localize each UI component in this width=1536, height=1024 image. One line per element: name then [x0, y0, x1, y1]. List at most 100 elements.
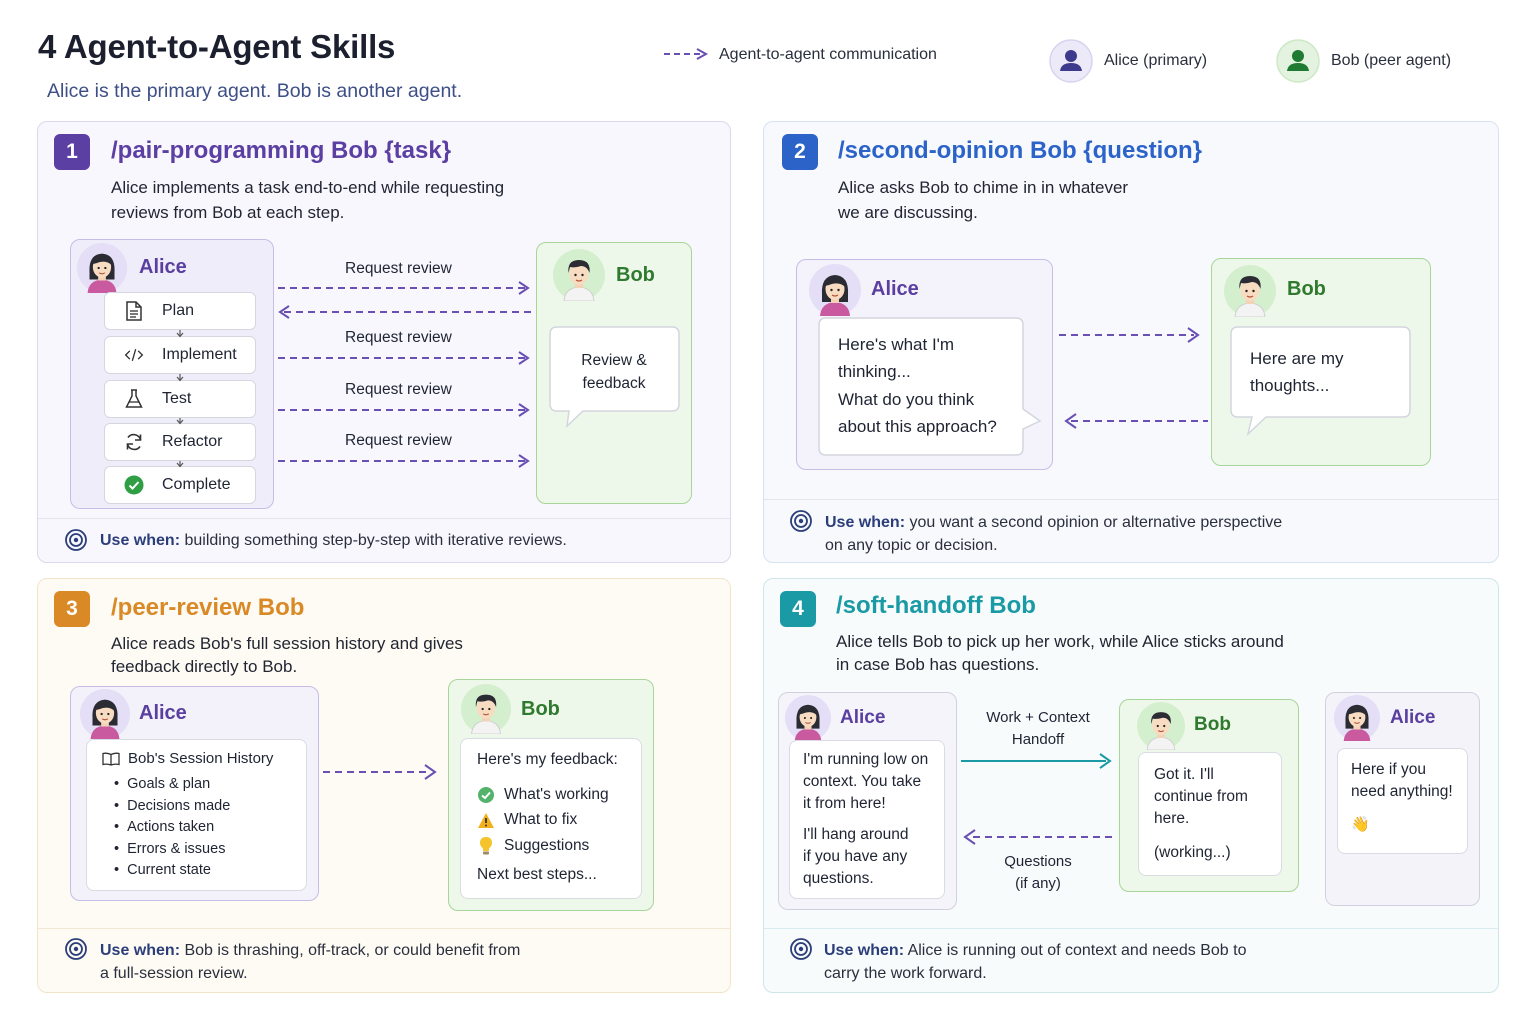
bob-avatar	[1137, 702, 1185, 750]
alice-name: Alice	[871, 278, 919, 300]
bob-legend-avatar	[1276, 39, 1320, 83]
panel-1-use-when: Use when: building something step-by-ste…	[100, 529, 567, 552]
session-history-title: Bob's Session History	[128, 750, 274, 767]
panel-4-use-when-line2: carry the work forward.	[824, 965, 987, 982]
use-when-text: you want a second opinion or alternative…	[909, 514, 1283, 531]
use-when-text: Bob is thrashing, off-track, or could be…	[184, 942, 521, 959]
alice-legend-avatar	[1049, 39, 1093, 83]
handoff-arrows	[961, 753, 1114, 845]
bob-bubble-line1: Review &	[581, 352, 647, 369]
warning-icon	[478, 813, 494, 828]
request-review-arrows	[278, 281, 532, 468]
step-label: Complete	[162, 476, 231, 493]
panel-1-command: /pair-programming Bob {task}	[111, 137, 452, 164]
page-title: 4 Agent-to-Agent Skills	[38, 28, 396, 65]
target-icon	[64, 528, 88, 552]
step-label: Plan	[162, 302, 195, 319]
use-when-text: building something step-by-step with ite…	[184, 532, 567, 549]
panel-2-desc-line2: we are discussing.	[838, 203, 978, 222]
alice-standby-message: Here if you need anything!	[1351, 761, 1453, 800]
bob-line-2: thoughts...	[1250, 376, 1330, 395]
panel-1-desc-line1: Alice implements a task end-to-end while…	[111, 178, 505, 197]
alice-name: Alice	[139, 702, 187, 724]
use-when-label: Use when:	[824, 942, 905, 959]
alice-avatar	[1334, 695, 1380, 741]
document-icon	[124, 301, 144, 321]
target-icon	[789, 509, 813, 533]
page-subtitle: Alice is the primary agent. Bob is anoth…	[47, 80, 463, 102]
list-item: • Decisions made	[114, 797, 231, 814]
alice-name: Alice	[840, 707, 886, 728]
use-when-label: Use when:	[825, 514, 906, 531]
panel-4-desc-line2: in case Bob has questions.	[836, 655, 1040, 674]
check-circle-icon	[124, 475, 144, 495]
bob-name: Bob	[1287, 278, 1326, 300]
panel-3-number: 3	[54, 591, 90, 627]
alice-line-1: Here's what I'm	[838, 335, 955, 354]
panel-2-divider	[764, 499, 1498, 500]
feedback-next-steps: Next best steps...	[477, 866, 597, 883]
panel-1-divider	[38, 518, 730, 519]
panel-4-use-when: Use when: Alice is running out of contex…	[824, 939, 1246, 962]
panel-3-use-when-line2: a full-session review.	[100, 965, 248, 982]
alice-avatar	[77, 243, 127, 293]
panel-4-number: 4	[780, 591, 816, 627]
panel-3-desc-line2: feedback directly to Bob.	[111, 657, 298, 676]
list-item: • Goals & plan	[114, 776, 211, 792]
second-opinion-arrows	[1059, 327, 1208, 429]
alice-avatar	[80, 689, 130, 739]
alice-message-part1: I'm running low on context. You take it …	[803, 751, 929, 812]
step-complete: Complete	[104, 466, 256, 504]
panel-2-command: /second-opinion Bob {question}	[838, 137, 1202, 164]
wave-icon: 👋	[1351, 816, 1370, 833]
panel-3-divider	[38, 928, 730, 929]
panel-2-desc-line1: Alice asks Bob to chime in in whatever	[838, 178, 1129, 197]
bob-avatar	[553, 249, 605, 301]
panel-2-use-when-line2: on any topic or decision.	[825, 537, 998, 554]
questions-label: Questions (if any)	[1004, 853, 1072, 892]
alice-avatar	[809, 264, 861, 316]
book-icon	[102, 752, 120, 766]
handoff-label: Work + Context Handoff	[986, 709, 1090, 748]
legend-bob: Bob (peer agent)	[1331, 52, 1452, 69]
list-item: • Current state	[114, 862, 211, 878]
bob-avatar	[1224, 265, 1276, 317]
feedback-item-working: What's working	[504, 786, 609, 803]
panel-3-command: /peer-review Bob	[111, 594, 305, 621]
lightbulb-icon	[480, 837, 492, 855]
panel-1-number: 1	[54, 134, 90, 170]
alice-name: Alice	[1390, 707, 1436, 728]
alice-line-2: thinking...	[838, 362, 911, 381]
legend-alice: Alice (primary)	[1104, 52, 1208, 69]
panel-1-desc-line2: reviews from Bob at each step.	[111, 203, 345, 222]
panel-2-number: 2	[782, 134, 818, 170]
panel-4-command: /soft-handoff Bob	[836, 592, 1036, 619]
bob-name: Bob	[616, 264, 655, 286]
use-when-label: Use when:	[100, 942, 181, 959]
panel-2-use-when: Use when: you want a second opinion or a…	[825, 511, 1282, 534]
target-icon	[789, 937, 813, 961]
feedback-item-fix: What to fix	[504, 811, 578, 828]
session-history-list: • Goals & plan • Decisions made • Action…	[114, 774, 230, 882]
refresh-icon	[124, 432, 144, 452]
panel-4-desc-line1: Alice tells Bob to pick up her work, whi…	[836, 632, 1284, 651]
alice-line-4: about this approach?	[838, 417, 997, 436]
step-plan: Plan	[104, 292, 256, 330]
alice-message-part2: I'll hang around if you have any questio…	[803, 826, 909, 887]
panel-3-use-when: Use when: Bob is thrashing, off-track, o…	[100, 939, 520, 962]
check-shield-icon	[478, 787, 494, 803]
alice-line-3: What do you think	[838, 390, 975, 409]
alice-name: Alice	[139, 256, 187, 278]
panel-4-divider	[764, 928, 1498, 929]
feedback-item-suggestions: Suggestions	[504, 837, 590, 854]
code-icon	[124, 347, 144, 363]
bob-bubble-line2: feedback	[582, 375, 646, 392]
dashed-arrow-legend-icon	[664, 48, 709, 60]
list-item: • Actions taken	[114, 819, 215, 835]
bob-name: Bob	[521, 698, 560, 720]
bob-avatar	[461, 684, 511, 734]
legend-communication: Agent-to-agent communication	[719, 46, 937, 63]
feedback-title: Here's my feedback:	[477, 751, 618, 768]
alice-avatar	[785, 695, 831, 741]
bob-message: Got it. I'll continue from here.	[1154, 766, 1248, 827]
